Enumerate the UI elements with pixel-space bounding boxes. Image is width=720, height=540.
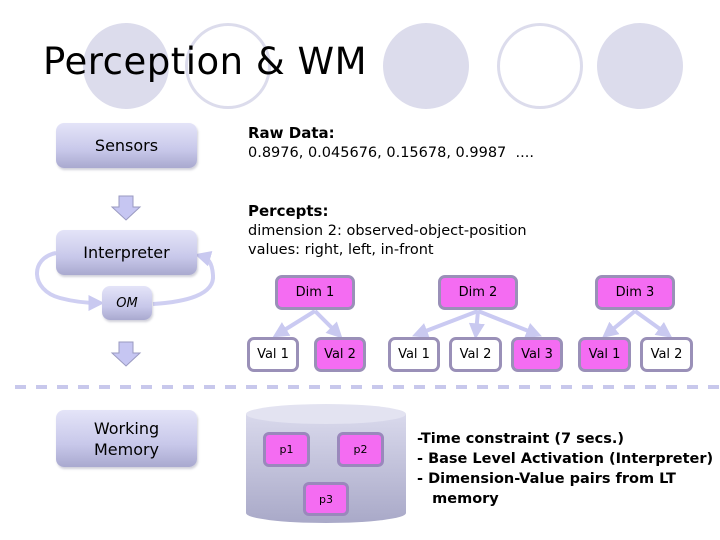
working-memory-cylinder-top [246, 404, 406, 424]
down-arrow-icon [110, 341, 142, 367]
value-label: Val 2 [459, 347, 492, 362]
interpreter-box: Interpreter [56, 230, 197, 275]
value-label: Val 2 [324, 347, 356, 362]
working-memory-label: Working Memory [93, 418, 160, 459]
value-label: Val 2 [650, 347, 683, 362]
om-label: OM [116, 295, 138, 311]
tree-edge [477, 309, 542, 338]
memory-item-label: p2 [353, 443, 368, 456]
dimension-node: Dim 2 [438, 275, 518, 310]
dimension-node: Dim 3 [595, 275, 675, 310]
value-node: Val 3 [511, 337, 563, 372]
om-box: OM [102, 286, 152, 320]
memory-item: p3 [303, 482, 349, 516]
percepts-line-2: values: right, left, in-front [248, 242, 434, 258]
percepts-heading: Percepts: [248, 202, 329, 220]
value-node: Val 2 [314, 337, 366, 372]
memory-item: p1 [263, 432, 310, 467]
value-node: Val 1 [247, 337, 299, 372]
value-node: Val 1 [388, 337, 440, 372]
tree-edge [468, 310, 485, 340]
value-label: Val 3 [521, 347, 553, 362]
sensors-label: Sensors [94, 136, 159, 155]
note-item: -Time constraint (7 secs.) [417, 431, 624, 447]
memory-item-label: p1 [279, 443, 294, 456]
tree-edge [412, 309, 479, 339]
tree-edge [602, 309, 637, 339]
notes-list: -Time constraint (7 secs.) - Base Level … [417, 429, 713, 509]
tree-edge [272, 309, 317, 338]
working-memory-box: Working Memory [56, 410, 197, 467]
tree-edge [633, 309, 673, 338]
raw-data-heading: Raw Data: [248, 124, 335, 142]
raw-data-values: 0.8976, 0.045676, 0.15678, 0.9987 .... [248, 145, 534, 161]
memory-item-label: p3 [319, 492, 333, 506]
value-label: Val 1 [257, 347, 289, 362]
value-label: Val 1 [588, 347, 621, 362]
interpreter-label: Interpreter [83, 243, 170, 262]
dimension-label: Dim 2 [458, 285, 498, 300]
note-item: memory [417, 491, 499, 507]
down-arrow-icon [110, 195, 142, 221]
dimension-label: Dim 1 [295, 285, 335, 300]
dimension-node: Dim 1 [275, 275, 355, 310]
tree-edge [313, 309, 343, 339]
value-node: Val 2 [449, 337, 502, 372]
percepts-line-1: dimension 2: observed-object-position [248, 223, 527, 239]
note-item: - Dimension-Value pairs from LT [417, 471, 676, 487]
dimension-label: Dim 3 [615, 285, 655, 300]
value-node: Val 1 [578, 337, 631, 372]
sensors-box: Sensors [56, 123, 197, 168]
note-item: - Base Level Activation (Interpreter) [417, 451, 714, 467]
value-node: Val 2 [640, 337, 693, 372]
value-label: Val 1 [398, 347, 430, 362]
memory-item: p2 [337, 432, 384, 467]
